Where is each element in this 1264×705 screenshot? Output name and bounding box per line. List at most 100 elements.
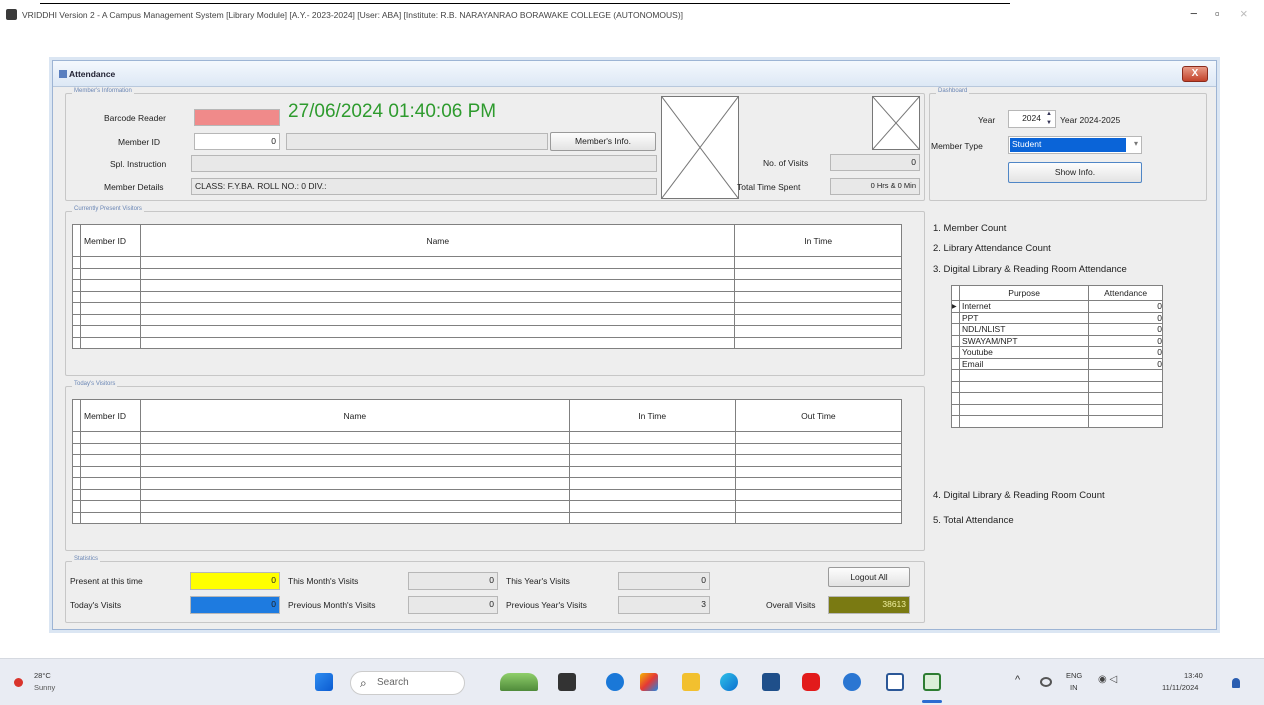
table-row[interactable]: Email 0 <box>951 357 1163 370</box>
table-row[interactable]: PPT 0 <box>951 311 1163 324</box>
table-cell[interactable] <box>140 431 570 444</box>
table-cell[interactable] <box>734 256 902 269</box>
row-selector-cell[interactable] <box>72 454 81 467</box>
row-selector-cell[interactable] <box>71 325 82 338</box>
table-cell[interactable] <box>734 488 903 501</box>
table-row[interactable]: Youtube 0 <box>951 346 1163 359</box>
table-row[interactable] <box>72 454 903 467</box>
table-cell[interactable] <box>568 465 736 478</box>
vriddhi-app-icon[interactable] <box>923 673 941 691</box>
table-row[interactable] <box>71 325 902 338</box>
table-row[interactable] <box>71 256 902 269</box>
digital-library-count-link[interactable]: 4. Digital Library & Reading Room Count <box>933 490 1105 501</box>
table-cell[interactable] <box>140 267 736 280</box>
table-cell[interactable] <box>568 454 736 467</box>
attendance-cell[interactable] <box>1088 392 1163 405</box>
member-type-select[interactable]: Student ▾ <box>1008 136 1142 154</box>
row-selector-cell[interactable] <box>71 290 82 303</box>
network-icon[interactable] <box>1040 677 1052 687</box>
purpose-cell[interactable]: NDL/NLIST <box>958 323 1090 336</box>
word-icon[interactable] <box>886 673 904 691</box>
table-row[interactable] <box>951 392 1163 405</box>
table-cell[interactable] <box>79 500 142 513</box>
row-selector-cell[interactable] <box>72 488 81 501</box>
todays-visitors-table[interactable]: Member ID Name In Time Out Time <box>72 399 903 524</box>
table-row[interactable] <box>951 415 1163 428</box>
row-selector-cell[interactable] <box>951 403 960 416</box>
table-cell[interactable] <box>568 477 736 490</box>
table-cell[interactable] <box>140 465 570 478</box>
table-cell[interactable] <box>734 279 902 292</box>
table-row[interactable] <box>72 442 903 455</box>
row-selector-cell[interactable] <box>951 334 960 347</box>
row-selector-cell[interactable] <box>72 465 81 478</box>
table-cell[interactable] <box>80 302 142 315</box>
language-bottom[interactable]: IN <box>1070 683 1078 692</box>
logout-all-button[interactable]: Logout All <box>828 567 910 587</box>
clock-time[interactable]: 13:40 <box>1184 671 1203 680</box>
table-cell[interactable] <box>568 500 736 513</box>
barcode-input[interactable] <box>194 109 280 126</box>
table-row[interactable] <box>72 431 903 444</box>
table-cell[interactable] <box>734 431 903 444</box>
maximize-icon[interactable]: ▫ <box>1215 6 1220 21</box>
attendance-cell[interactable]: 0 <box>1088 323 1163 336</box>
row-selector-cell[interactable] <box>951 392 960 405</box>
row-selector-cell[interactable] <box>72 500 81 513</box>
table-row[interactable] <box>951 380 1163 393</box>
table-cell[interactable] <box>734 302 902 315</box>
attendance-cell[interactable]: 0 <box>1088 300 1163 313</box>
table-cell[interactable] <box>734 290 902 303</box>
table-row[interactable]: ▶ Internet 0 <box>951 300 1163 313</box>
edge-icon[interactable] <box>720 673 738 691</box>
purpose-cell[interactable] <box>958 415 1090 428</box>
table-row[interactable] <box>951 369 1163 382</box>
chevron-up-icon[interactable]: ^ <box>1015 674 1020 686</box>
row-selector-cell[interactable] <box>951 311 960 324</box>
table-cell[interactable] <box>80 290 142 303</box>
notification-bell-icon[interactable] <box>1232 678 1240 688</box>
show-info-button[interactable]: Show Info. <box>1008 162 1142 183</box>
chat-icon[interactable] <box>606 673 624 691</box>
row-selector-cell[interactable] <box>71 267 82 280</box>
row-selector-cell[interactable] <box>71 279 82 292</box>
minimize-icon[interactable]: − <box>1190 6 1198 21</box>
table-cell[interactable] <box>79 442 142 455</box>
table-cell[interactable] <box>140 454 570 467</box>
row-selector-cell[interactable] <box>951 380 960 393</box>
digital-library-attendance-link[interactable]: 3. Digital Library & Reading Room Attend… <box>933 264 1127 275</box>
table-cell[interactable] <box>140 488 570 501</box>
start-icon[interactable] <box>315 673 333 691</box>
close-icon[interactable]: × <box>1240 6 1248 21</box>
weather-icon[interactable] <box>14 678 23 687</box>
row-selector-cell[interactable] <box>951 346 960 359</box>
table-cell[interactable] <box>80 325 142 338</box>
row-selector-cell[interactable] <box>951 323 960 336</box>
settings-icon[interactable] <box>843 673 861 691</box>
table-cell[interactable] <box>140 500 570 513</box>
table-cell[interactable] <box>568 511 736 524</box>
clock-date[interactable]: 11/11/2024 <box>1162 683 1198 692</box>
table-cell[interactable] <box>734 465 903 478</box>
table-cell[interactable] <box>734 442 903 455</box>
table-row[interactable] <box>71 336 902 349</box>
table-cell[interactable] <box>80 267 142 280</box>
table-cell[interactable] <box>140 442 570 455</box>
language-top[interactable]: ENG <box>1066 671 1082 680</box>
table-cell[interactable] <box>140 511 570 524</box>
table-cell[interactable] <box>79 454 142 467</box>
volume-icon[interactable]: ◉ ◁ <box>1098 674 1117 685</box>
table-row[interactable] <box>71 290 902 303</box>
row-selector-cell[interactable] <box>72 511 81 524</box>
attendance-cell[interactable]: 0 <box>1088 357 1163 370</box>
taskbar-search[interactable]: ⌕ Search <box>350 671 465 695</box>
attendance-cell[interactable]: 0 <box>1088 334 1163 347</box>
table-cell[interactable] <box>79 488 142 501</box>
table-cell[interactable] <box>80 279 142 292</box>
present-visitors-table[interactable]: Member ID Name In Time <box>71 224 902 349</box>
attendance-cell[interactable] <box>1088 403 1163 416</box>
purpose-cell[interactable]: PPT <box>958 311 1090 324</box>
table-cell[interactable] <box>568 431 736 444</box>
table-cell[interactable] <box>140 290 736 303</box>
table-row[interactable] <box>951 403 1163 416</box>
